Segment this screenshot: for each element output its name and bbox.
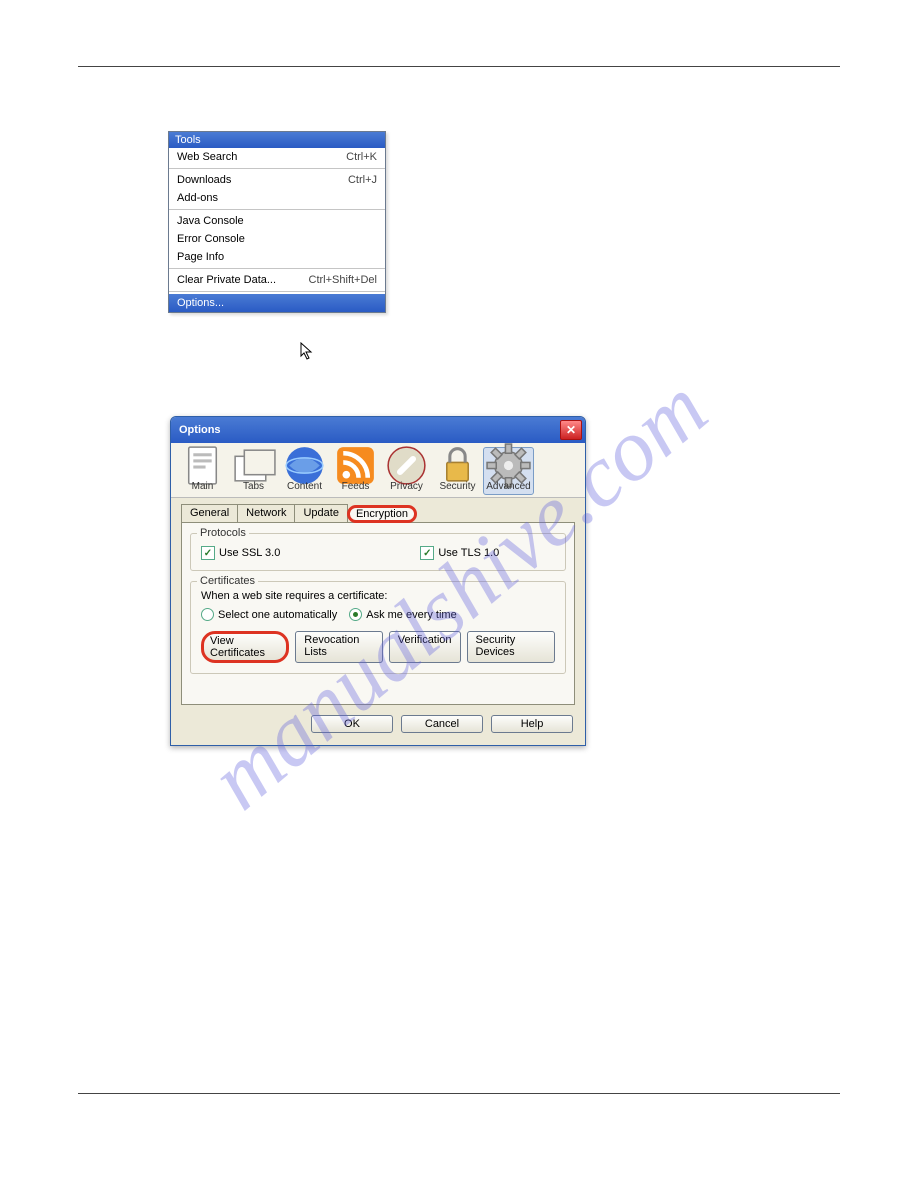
gear-icon — [484, 450, 533, 480]
encryption-panel: Protocols ✓Use SSL 3.0 ✓Use TLS 1.0 Cert… — [181, 522, 575, 705]
tls-checkbox[interactable]: ✓Use TLS 1.0 — [420, 546, 499, 560]
cert-prompt: When a web site requires a certificate: — [201, 590, 555, 602]
tools-menu: Tools Web SearchCtrl+K DownloadsCtrl+JAdd… — [168, 131, 386, 313]
feed-icon — [331, 450, 380, 480]
menu-item[interactable]: Java Console — [169, 212, 385, 230]
advanced-tabs: GeneralNetworkUpdateEncryption — [181, 504, 585, 522]
menu-item[interactable]: Clear Private Data...Ctrl+Shift+Del — [169, 271, 385, 289]
dialog-title: Options — [179, 424, 560, 436]
ask-every-time-radio[interactable]: Ask me every time — [349, 608, 456, 621]
category-main[interactable]: Main — [177, 447, 228, 495]
select-auto-radio[interactable]: Select one automatically — [201, 608, 337, 621]
category-toolbar: MainTabsContentFeedsPrivacySecurityAdvan… — [171, 443, 585, 498]
revocation-lists-button[interactable]: Revocation Lists — [295, 631, 382, 663]
dialog-actions: OK Cancel Help — [171, 715, 585, 745]
category-privacy[interactable]: Privacy — [381, 447, 432, 495]
menu-item[interactable]: DownloadsCtrl+J — [169, 171, 385, 189]
lock-icon — [433, 450, 482, 480]
ssl-checkbox[interactable]: ✓Use SSL 3.0 — [201, 546, 280, 560]
priv-icon — [382, 450, 431, 480]
menu-item[interactable]: Page Info — [169, 248, 385, 266]
tab-network[interactable]: Network — [237, 504, 295, 522]
page-icon — [178, 450, 227, 480]
certificates-fieldset: Certificates When a web site requires a … — [190, 581, 566, 674]
protocols-fieldset: Protocols ✓Use SSL 3.0 ✓Use TLS 1.0 — [190, 533, 566, 571]
verification-button[interactable]: Verification — [389, 631, 461, 663]
tab-encryption[interactable]: Encryption — [347, 505, 417, 523]
globe-icon — [280, 450, 329, 480]
certificates-legend: Certificates — [197, 575, 258, 587]
view-certificates-button[interactable]: View Certificates — [201, 631, 289, 663]
category-advanced[interactable]: Advanced — [483, 447, 534, 495]
category-feeds[interactable]: Feeds — [330, 447, 381, 495]
category-security[interactable]: Security — [432, 447, 483, 495]
ok-button[interactable]: OK — [311, 715, 393, 733]
tab-general[interactable]: General — [181, 504, 238, 522]
category-content[interactable]: Content — [279, 447, 330, 495]
help-button[interactable]: Help — [491, 715, 573, 733]
mouse-cursor-icon — [300, 342, 316, 365]
options-dialog: Options ✕ MainTabsContentFeedsPrivacySec… — [170, 416, 586, 746]
close-button[interactable]: ✕ — [560, 420, 582, 440]
menu-item[interactable]: Options... — [169, 294, 385, 312]
titlebar[interactable]: Options ✕ — [171, 417, 585, 443]
tabs-icon — [229, 450, 278, 480]
category-tabs[interactable]: Tabs — [228, 447, 279, 495]
menu-item[interactable]: Web SearchCtrl+K — [169, 148, 385, 166]
tools-menu-title[interactable]: Tools — [169, 132, 385, 148]
protocols-legend: Protocols — [197, 527, 249, 539]
menu-item[interactable]: Error Console — [169, 230, 385, 248]
cancel-button[interactable]: Cancel — [401, 715, 483, 733]
tab-update[interactable]: Update — [294, 504, 347, 522]
menu-item[interactable]: Add-ons — [169, 189, 385, 207]
security-devices-button[interactable]: Security Devices — [467, 631, 555, 663]
